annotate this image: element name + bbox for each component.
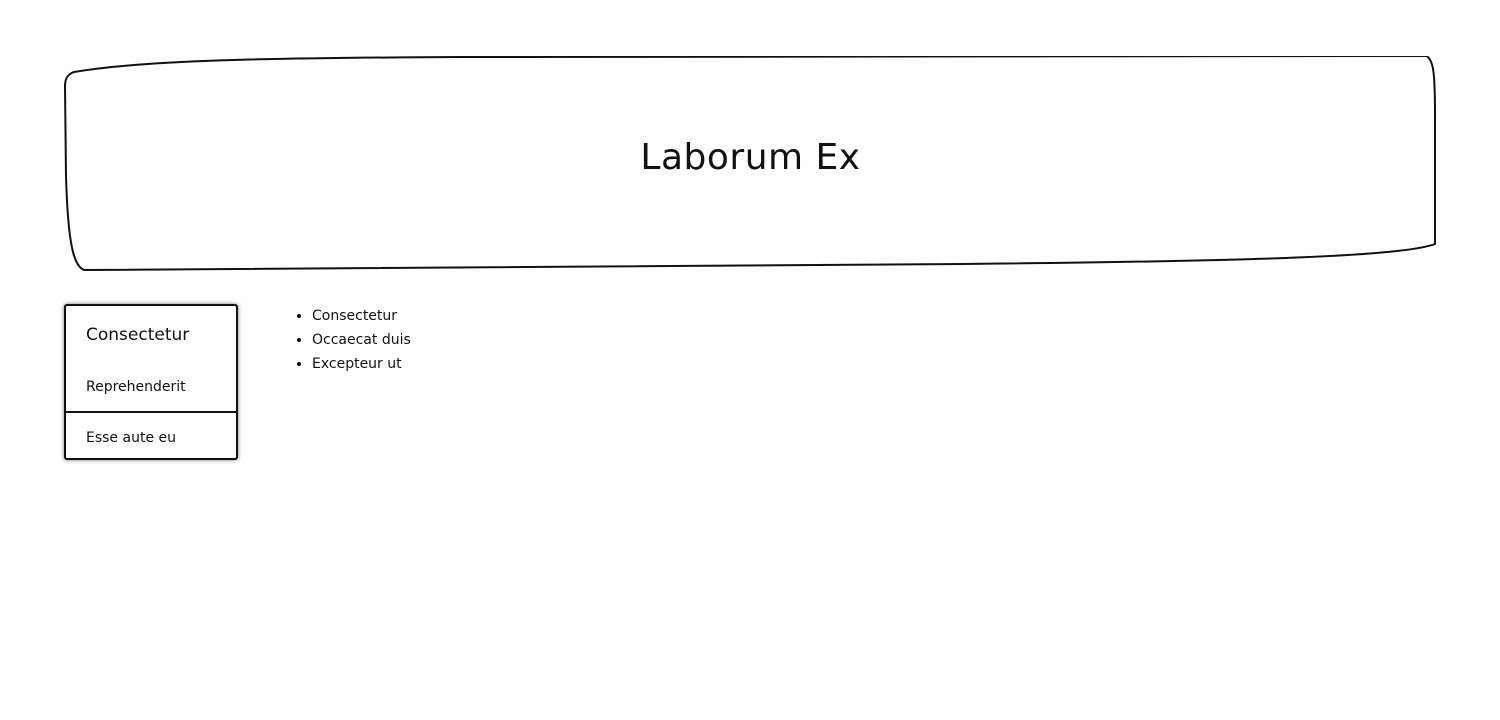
bullet-list: Consectetur Occaecat duis Excepteur ut (272, 304, 411, 376)
card-title: Consectetur (86, 325, 190, 345)
list-item: Excepteur ut (312, 352, 411, 376)
page: Laborum Ex Consectetur Reprehenderit Ess… (0, 0, 1500, 720)
card-footer-item[interactable]: Esse aute eu (86, 428, 176, 448)
sidebar-card: Consectetur Reprehenderit Esse aute eu (64, 304, 238, 460)
header-banner: Laborum Ex (64, 56, 1437, 272)
list-item: Consectetur (312, 304, 411, 328)
list-item: Occaecat duis (312, 328, 411, 352)
card-link[interactable]: Reprehenderit (86, 377, 186, 397)
card-divider (66, 411, 236, 413)
page-title: Laborum Ex (640, 137, 861, 178)
